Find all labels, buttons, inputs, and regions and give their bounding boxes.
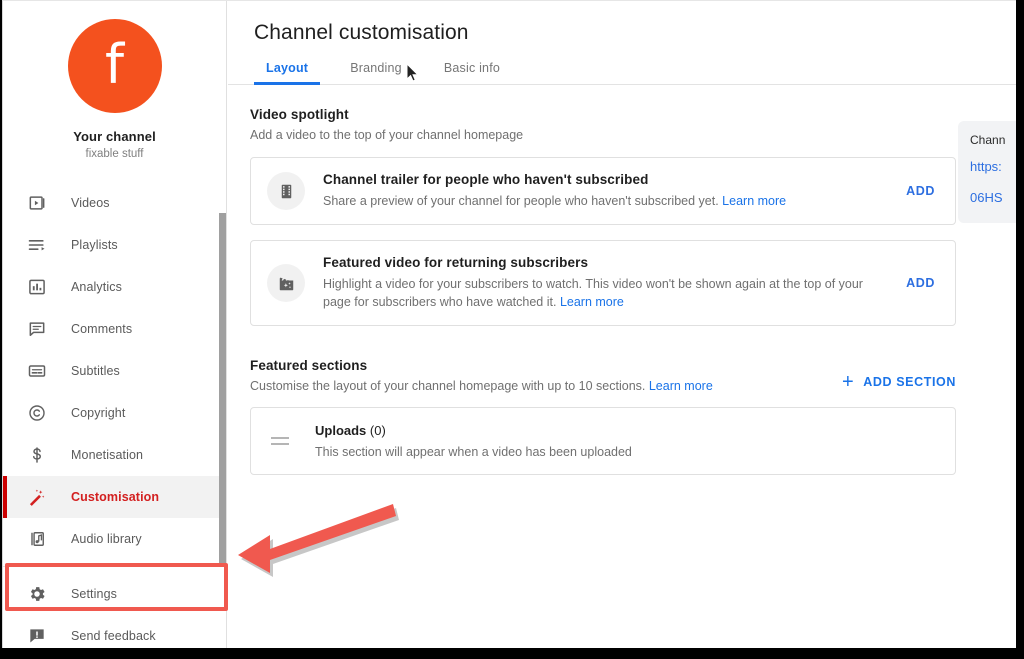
sidebar-item-audio-library[interactable]: Audio library — [3, 518, 226, 560]
featured-sections-subtitle: Customise the layout of your channel hom… — [250, 379, 842, 393]
main-content: Channel customisation Layout Branding Ba… — [228, 1, 1016, 648]
tab-label: Basic info — [443, 61, 501, 75]
sidebar-item-comments[interactable]: Comments — [3, 308, 226, 350]
youtube-studio-window: f Your channel fixable stuff Videos Play… — [2, 0, 1016, 648]
gear-icon — [25, 582, 49, 606]
channel-handle: fixable stuff — [85, 148, 144, 160]
card-description: Share a preview of your channel for peop… — [323, 192, 883, 210]
sidebar-item-copyright[interactable]: Copyright — [3, 392, 226, 434]
sidebar-scrollbar[interactable] — [219, 213, 226, 566]
sidebar-item-label: Analytics — [71, 280, 122, 294]
sidebar-item-analytics[interactable]: Analytics — [3, 266, 226, 308]
sidebar-nav: Videos Playlists Analytics Comments Subt… — [3, 182, 226, 648]
sidebar-item-label: Comments — [71, 322, 133, 336]
sidebar-item-label: Videos — [71, 196, 110, 210]
add-section-button[interactable]: + ADD SECTION — [842, 358, 956, 392]
avatar[interactable]: f — [67, 19, 162, 113]
comments-icon — [25, 317, 49, 341]
video-spotlight-title: Video spotlight — [250, 107, 349, 122]
uploads-section-row[interactable]: Uploads (0) This section will appear whe… — [250, 407, 956, 476]
add-featured-video-button[interactable]: ADD — [906, 276, 955, 290]
tab-bar: Layout Branding Basic info — [228, 61, 1016, 85]
channel-name: Your channel — [73, 129, 156, 144]
feedback-icon — [25, 624, 49, 648]
sidebar-item-playlists[interactable]: Playlists — [3, 224, 226, 266]
add-section-label: ADD SECTION — [863, 375, 956, 390]
videos-icon — [25, 191, 49, 215]
featured-sections-subtitle-text: Customise the layout of your channel hom… — [250, 379, 646, 394]
sidebar-item-label: Monetisation — [71, 448, 144, 462]
uploads-body: Uploads (0) This section will appear whe… — [295, 423, 632, 459]
sidebar-item-label: Copyright — [71, 406, 126, 420]
featured-sections-text: Featured sections Customise the layout o… — [250, 358, 842, 393]
plus-icon: + — [842, 371, 855, 394]
sidebar-item-monetisation[interactable]: Monetisation — [3, 434, 226, 476]
uploads-title: Uploads (0) — [315, 423, 632, 438]
channel-url-line-2[interactable]: 06HS — [970, 188, 1016, 209]
sidebar-item-settings[interactable]: Settings — [3, 573, 226, 615]
layout-panel: Video spotlight Add a video to the top o… — [228, 85, 1016, 476]
monetisation-icon — [25, 443, 49, 467]
channel-url-panel: Chann https: 06HS — [958, 121, 1016, 223]
tab-basic-info[interactable]: Basic info — [432, 61, 512, 84]
copyright-icon — [25, 401, 49, 425]
channel-trailer-card: Channel trailer for people who haven't s… — [250, 157, 956, 226]
sidebar-item-label: Customisation — [71, 490, 160, 504]
magic-wand-icon — [25, 485, 49, 509]
channel-url-panel-title: Chann — [970, 133, 1006, 147]
channel-url-line-1[interactable]: https: — [970, 157, 1016, 178]
featured-sections-title: Featured sections — [250, 358, 368, 374]
avatar-letter: f — [104, 32, 124, 96]
card-title: Featured video for returning subscribers — [323, 255, 589, 271]
featured-sections-header: Featured sections Customise the layout o… — [250, 358, 956, 393]
audio-library-icon — [25, 527, 49, 551]
uploads-count: (0) — [369, 423, 386, 439]
card-body: Channel trailer for people who haven't s… — [305, 172, 906, 210]
subtitles-icon — [25, 359, 49, 383]
sidebar-item-subtitles[interactable]: Subtitles — [3, 350, 226, 392]
drag-handle-icon[interactable] — [271, 437, 295, 446]
learn-more-link[interactable]: Learn more — [560, 295, 624, 309]
learn-more-link[interactable]: Learn more — [649, 379, 713, 393]
tab-label: Layout — [266, 61, 309, 75]
card-title: Channel trailer for people who haven't s… — [323, 172, 649, 187]
sidebar-divider — [3, 566, 226, 567]
sidebar-item-videos[interactable]: Videos — [3, 182, 226, 224]
sidebar: f Your channel fixable stuff Videos Play… — [3, 1, 227, 648]
featured-video-card: Featured video for returning subscribers… — [250, 240, 956, 327]
tab-label: Branding — [350, 61, 402, 75]
sidebar-item-label: Audio library — [71, 532, 142, 546]
analytics-icon — [25, 275, 49, 299]
playlists-icon — [25, 233, 49, 257]
page-title: Channel customisation — [254, 21, 469, 44]
learn-more-link[interactable]: Learn more — [722, 194, 786, 208]
card-body: Featured video for returning subscribers… — [305, 255, 906, 311]
uploads-name: Uploads — [315, 423, 367, 439]
add-trailer-button[interactable]: ADD — [906, 184, 955, 198]
film-strip-icon — [267, 172, 305, 211]
channel-summary: f Your channel fixable stuff — [3, 1, 226, 160]
video-spotlight-subtitle: Add a video to the top of your channel h… — [250, 128, 524, 142]
card-description-text: Share a preview of your channel for peop… — [323, 194, 719, 208]
uploads-description: This section will appear when a video ha… — [315, 445, 632, 460]
clapperboard-sparkle-icon — [267, 264, 305, 303]
sidebar-item-customisation[interactable]: Customisation — [3, 476, 226, 518]
sidebar-item-label: Subtitles — [71, 364, 120, 378]
tab-branding[interactable]: Branding — [338, 61, 414, 84]
sidebar-item-label: Settings — [71, 587, 117, 601]
sidebar-item-send-feedback[interactable]: Send feedback — [3, 615, 226, 648]
sidebar-item-label: Playlists — [71, 238, 118, 252]
card-description: Highlight a video for your subscribers t… — [323, 275, 883, 311]
sidebar-item-label: Send feedback — [71, 629, 156, 643]
tab-layout[interactable]: Layout — [254, 61, 321, 85]
